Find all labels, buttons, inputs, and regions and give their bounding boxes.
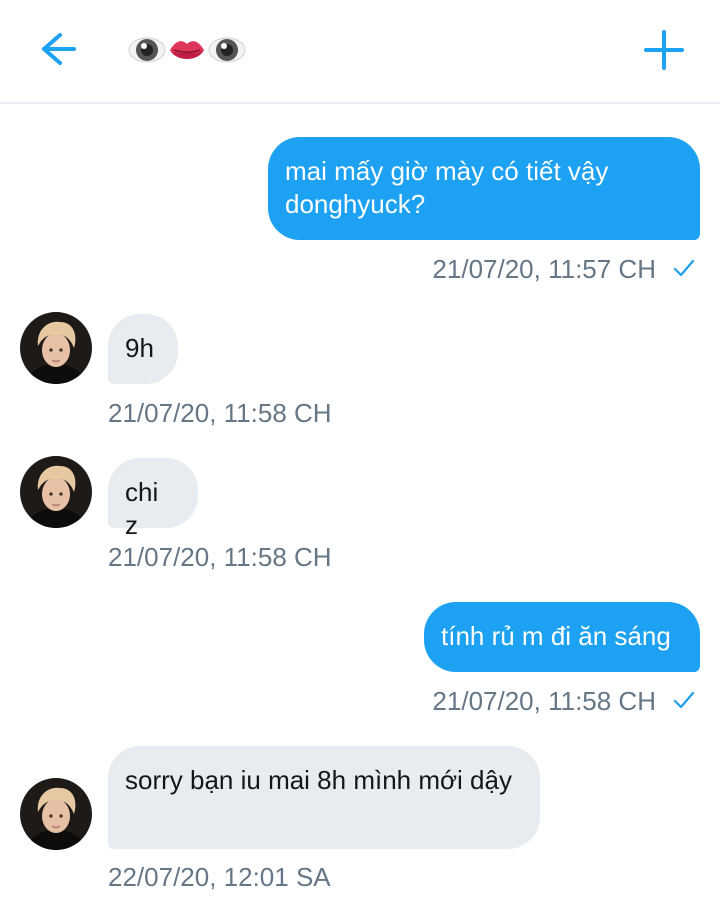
- sent-message-bubble[interactable]: mai mấy giờ mày có tiết vậy donghyuck?: [268, 137, 700, 240]
- conversation-title[interactable]: [128, 32, 246, 68]
- message-text: sorry bạn iu mai 8h mình mới dậy: [125, 765, 512, 795]
- eye-icon: [208, 32, 246, 68]
- message-timestamp: 21/07/20, 11:58 CH: [432, 686, 656, 716]
- message-text: chi z: [125, 477, 159, 540]
- received-message-bubble[interactable]: 9h: [108, 314, 178, 384]
- message-timestamp: 22/07/20, 12:01 SA: [108, 862, 331, 892]
- message-timestamp: 21/07/20, 11:58 CH: [108, 398, 332, 428]
- avatar[interactable]: [20, 312, 92, 384]
- new-message-button[interactable]: [640, 26, 688, 74]
- sent-message-bubble[interactable]: tính rủ m đi ăn sáng: [424, 602, 700, 672]
- avatar[interactable]: [20, 778, 92, 850]
- lips-icon: [168, 32, 206, 68]
- arrow-left-icon: [42, 33, 76, 65]
- checkmark-icon: [673, 259, 695, 277]
- received-message-bubble[interactable]: chi z: [108, 458, 198, 540]
- checkmark-icon: [673, 691, 695, 709]
- message-timestamp: 21/07/20, 11:58 CH: [108, 542, 332, 572]
- message-text: tính rủ m đi ăn sáng: [441, 621, 671, 651]
- message-text: 9h: [125, 333, 154, 363]
- message-timestamp: 21/07/20, 11:57 CH: [432, 254, 656, 284]
- received-message-bubble[interactable]: sorry bạn iu mai 8h mình mới dậy: [108, 746, 540, 849]
- conversation-header: [0, 0, 720, 104]
- back-button[interactable]: [30, 26, 82, 72]
- plus-icon: [644, 30, 684, 70]
- avatar[interactable]: [20, 456, 92, 528]
- eye-icon: [128, 32, 166, 68]
- message-text: mai mấy giờ mày có tiết vậy donghyuck?: [285, 156, 609, 219]
